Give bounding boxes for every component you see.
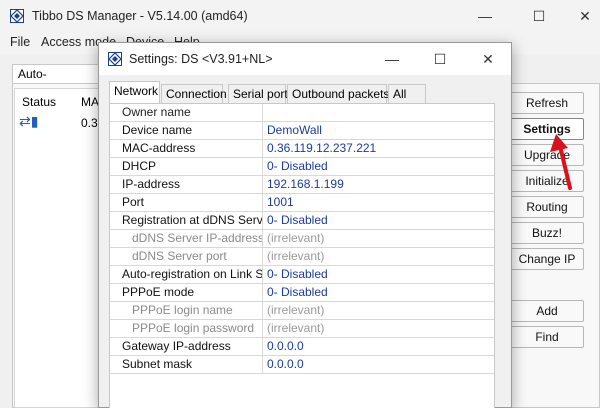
tab-serial-port[interactable]: Serial port [228, 84, 288, 103]
setting-name: Device name [110, 122, 263, 140]
setting-value[interactable]: 192.168.1.199 [267, 176, 493, 194]
settings-grid: Owner name Device name DemoWall MAC-addre… [109, 103, 495, 408]
setting-value[interactable]: 0.36.119.12.237.221 [267, 140, 493, 158]
refresh-button[interactable]: Refresh [510, 92, 584, 114]
setting-row-ddns-port[interactable]: dDNS Server port (irrelevant) [110, 248, 494, 266]
setting-name: Owner name [110, 104, 263, 122]
tibbo-logo-icon [10, 9, 24, 23]
maximize-icon[interactable]: ☐ [524, 6, 554, 26]
setting-name: Subnet mask [110, 356, 263, 374]
tab-all[interactable]: All [388, 84, 426, 103]
setting-name: dDNS Server port [110, 248, 263, 266]
setting-value[interactable]: 0.0.0.0 [267, 338, 493, 356]
add-button[interactable]: Add [510, 300, 584, 322]
setting-row-owner-name[interactable]: Owner name [110, 104, 494, 122]
setting-row-subnet-mask[interactable]: Subnet mask 0.0.0.0 [110, 356, 494, 374]
column-header-status[interactable]: Status [22, 95, 56, 109]
setting-row-link-server[interactable]: Auto-registration on Link Server0- Disab… [110, 266, 494, 284]
setting-value[interactable]: DemoWall [267, 122, 493, 140]
setting-row-ip-address[interactable]: IP-address 192.168.1.199 [110, 176, 494, 194]
maximize-icon[interactable]: ☐ [425, 49, 455, 69]
minimize-icon[interactable]: — [470, 6, 500, 26]
setting-name: IP-address [110, 176, 263, 194]
setting-value[interactable]: 0- Disabled [267, 158, 493, 176]
setting-row-ddns-registration[interactable]: Registration at dDNS Server 0- Disabled [110, 212, 494, 230]
setting-value[interactable]: 0- Disabled [267, 212, 493, 230]
settings-dialog: Settings: DS <V3.91+NL> — ☐ ✕ Network Co… [98, 42, 512, 408]
tibbo-logo-icon [108, 52, 122, 66]
dialog-titlebar: Settings: DS <V3.91+NL> — ☐ ✕ [99, 43, 511, 75]
setting-name: Port [110, 194, 263, 212]
tab-network[interactable]: Network [109, 81, 160, 103]
setting-row-device-name[interactable]: Device name DemoWall [110, 122, 494, 140]
setting-row-port[interactable]: Port 1001 [110, 194, 494, 212]
setting-value[interactable]: (irrelevant) [267, 230, 493, 248]
setting-row-ddns-ip[interactable]: dDNS Server IP-address (irrelevant) [110, 230, 494, 248]
setting-value[interactable]: 0- Disabled [267, 284, 493, 302]
setting-row-pppoe-password[interactable]: PPPoE login password (irrelevant) [110, 320, 494, 338]
setting-row-pppoe-login[interactable]: PPPoE login name (irrelevant) [110, 302, 494, 320]
main-titlebar: Tibbo DS Manager - V5.14.00 (amd64) — ☐ … [0, 0, 600, 32]
find-button[interactable]: Find [510, 326, 584, 348]
tab-outbound-packets[interactable]: Outbound packets [287, 84, 389, 103]
setting-value[interactable]: (irrelevant) [267, 320, 493, 338]
setting-value[interactable]: 0- Disabled [267, 266, 493, 284]
setting-name: dDNS Server IP-address [110, 230, 263, 248]
minimize-icon[interactable]: — [377, 49, 407, 69]
setting-value[interactable]: (irrelevant) [267, 248, 493, 266]
setting-row-dhcp[interactable]: DHCP 0- Disabled [110, 158, 494, 176]
setting-row-pppoe-mode[interactable]: PPPoE mode 0- Disabled [110, 284, 494, 302]
close-icon[interactable]: ✕ [570, 6, 600, 26]
setting-name: Gateway IP-address [110, 338, 263, 356]
device-list[interactable]: Status MAC ⇄▮ 0.36 [14, 88, 108, 408]
buzz-button[interactable]: Buzz! [510, 222, 584, 244]
setting-name: MAC-address [110, 140, 263, 158]
setting-name: PPPoE mode [110, 284, 263, 302]
tab-auto-discovery[interactable]: Auto-Discovery [12, 64, 102, 95]
setting-value[interactable]: (irrelevant) [267, 302, 493, 320]
setting-name: Registration at dDNS Server [110, 212, 263, 230]
setting-name: PPPoE login name [110, 302, 263, 320]
setting-name: Auto-registration on Link Server [110, 266, 263, 284]
close-icon[interactable]: ✕ [473, 49, 503, 69]
red-arrow-icon [550, 134, 572, 190]
setting-value[interactable]: 0.0.0.0 [267, 356, 493, 374]
setting-value[interactable] [267, 104, 493, 122]
setting-value[interactable]: 1001 [267, 194, 493, 212]
window-title: Tibbo DS Manager - V5.14.00 (amd64) [32, 9, 248, 23]
setting-name: DHCP [110, 158, 263, 176]
tab-connection[interactable]: Connection [161, 84, 227, 103]
menu-file[interactable]: File [10, 35, 30, 49]
change-ip-button[interactable]: Change IP [510, 248, 584, 270]
device-status-icon: ⇄▮ [19, 113, 39, 129]
routing-status-button[interactable]: Routing Status [510, 196, 584, 234]
setting-name: PPPoE login password [110, 320, 263, 338]
dialog-title: Settings: DS <V3.91+NL> [129, 52, 273, 66]
setting-row-mac-address[interactable]: MAC-address 0.36.119.12.237.221 [110, 140, 494, 158]
setting-row-gateway[interactable]: Gateway IP-address 0.0.0.0 [110, 338, 494, 356]
